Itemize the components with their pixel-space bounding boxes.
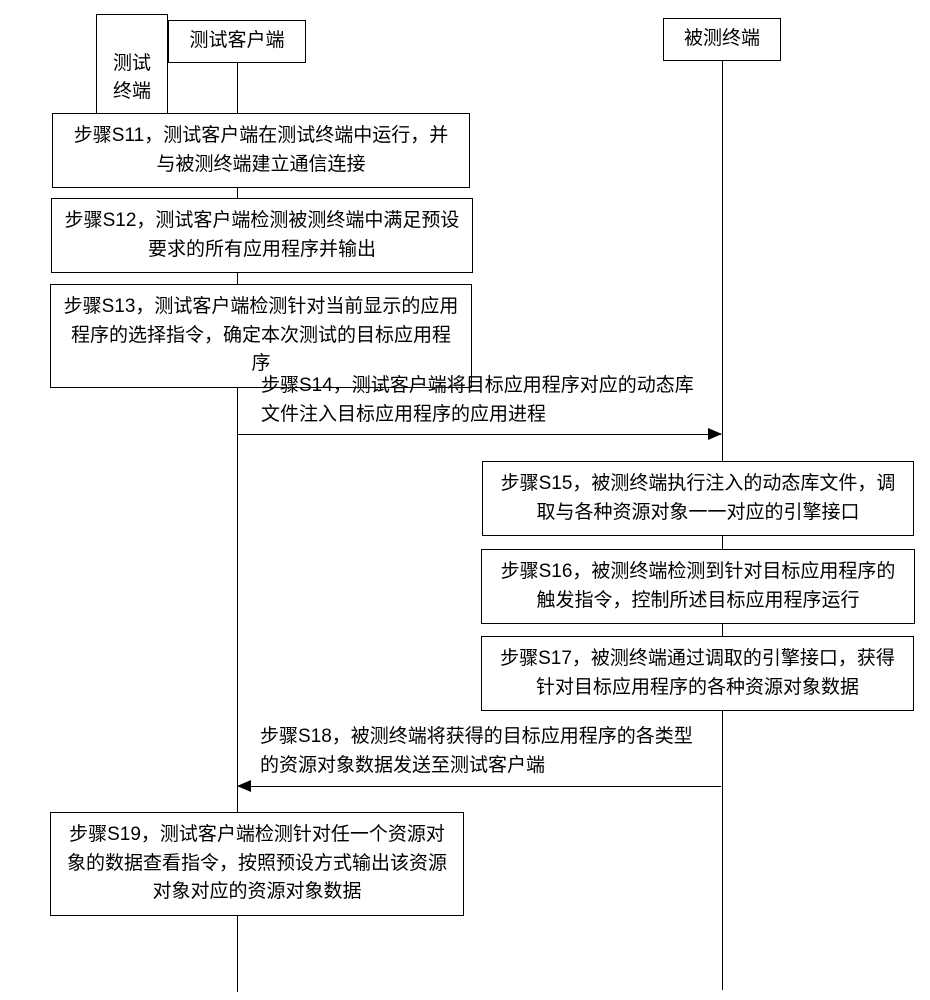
step-s11: 步骤S11，测试客户端在测试终端中运行，并与被测终端建立通信连接 (52, 113, 470, 188)
arrow-s18 (238, 786, 721, 787)
step-text: 步骤S19，测试客户端检测针对任一个资源对象的数据查看指令，按照预设方式输出该资… (67, 824, 447, 902)
actor-label: 测试客户端 (189, 30, 284, 51)
step-text: 步骤S13，测试客户端检测针对当前显示的应用程序的选择指令，确定本次测试的目标应… (64, 296, 459, 374)
step-text: 步骤S16，被测终端检测到针对目标应用程序的触发指令，控制所述目标应用程序运行 (501, 561, 896, 611)
actor-tested-terminal: 被测终端 (663, 18, 781, 61)
step-s12: 步骤S12，测试客户端检测被测终端中满足预设要求的所有应用程序并输出 (51, 198, 473, 273)
step-text: 步骤S17，被测终端通过调取的引擎接口，获得针对目标应用程序的各种资源对象数据 (500, 648, 895, 698)
actor-test-client: 测试客户端 (168, 20, 306, 63)
actor-label: 被测终端 (684, 28, 760, 49)
msg-s18-label: 步骤S18，被测终端将获得的目标应用程序的各类型的资源对象数据发送至测试客户端 (252, 723, 707, 780)
step-s16: 步骤S16，被测终端检测到针对目标应用程序的触发指令，控制所述目标应用程序运行 (481, 549, 915, 624)
step-text: 步骤S11，测试客户端在测试终端中运行，并与被测终端建立通信连接 (74, 125, 448, 175)
msg-text: 步骤S14，测试客户端将目标应用程序对应的动态库文件注入目标应用程序的应用进程 (261, 375, 694, 425)
step-s19: 步骤S19，测试客户端检测针对任一个资源对象的数据查看指令，按照预设方式输出该资… (50, 812, 464, 916)
step-text: 步骤S15，被测终端执行注入的动态库文件，调取与各种资源对象一一对应的引擎接口 (501, 473, 896, 523)
msg-text: 步骤S18，被测终端将获得的目标应用程序的各类型的资源对象数据发送至测试客户端 (260, 726, 693, 776)
actor-label: 测试 终端 (113, 53, 151, 103)
msg-s14-label: 步骤S14，测试客户端将目标应用程序对应的动态库文件注入目标应用程序的应用进程 (253, 372, 708, 429)
arrow-s14 (238, 434, 721, 435)
step-text: 步骤S12，测试客户端检测被测终端中满足预设要求的所有应用程序并输出 (65, 210, 460, 260)
step-s15: 步骤S15，被测终端执行注入的动态库文件，调取与各种资源对象一一对应的引擎接口 (482, 461, 914, 536)
actor-test-terminal: 测试 终端 (96, 14, 168, 114)
step-s17: 步骤S17，被测终端通过调取的引擎接口，获得针对目标应用程序的各种资源对象数据 (481, 636, 914, 711)
